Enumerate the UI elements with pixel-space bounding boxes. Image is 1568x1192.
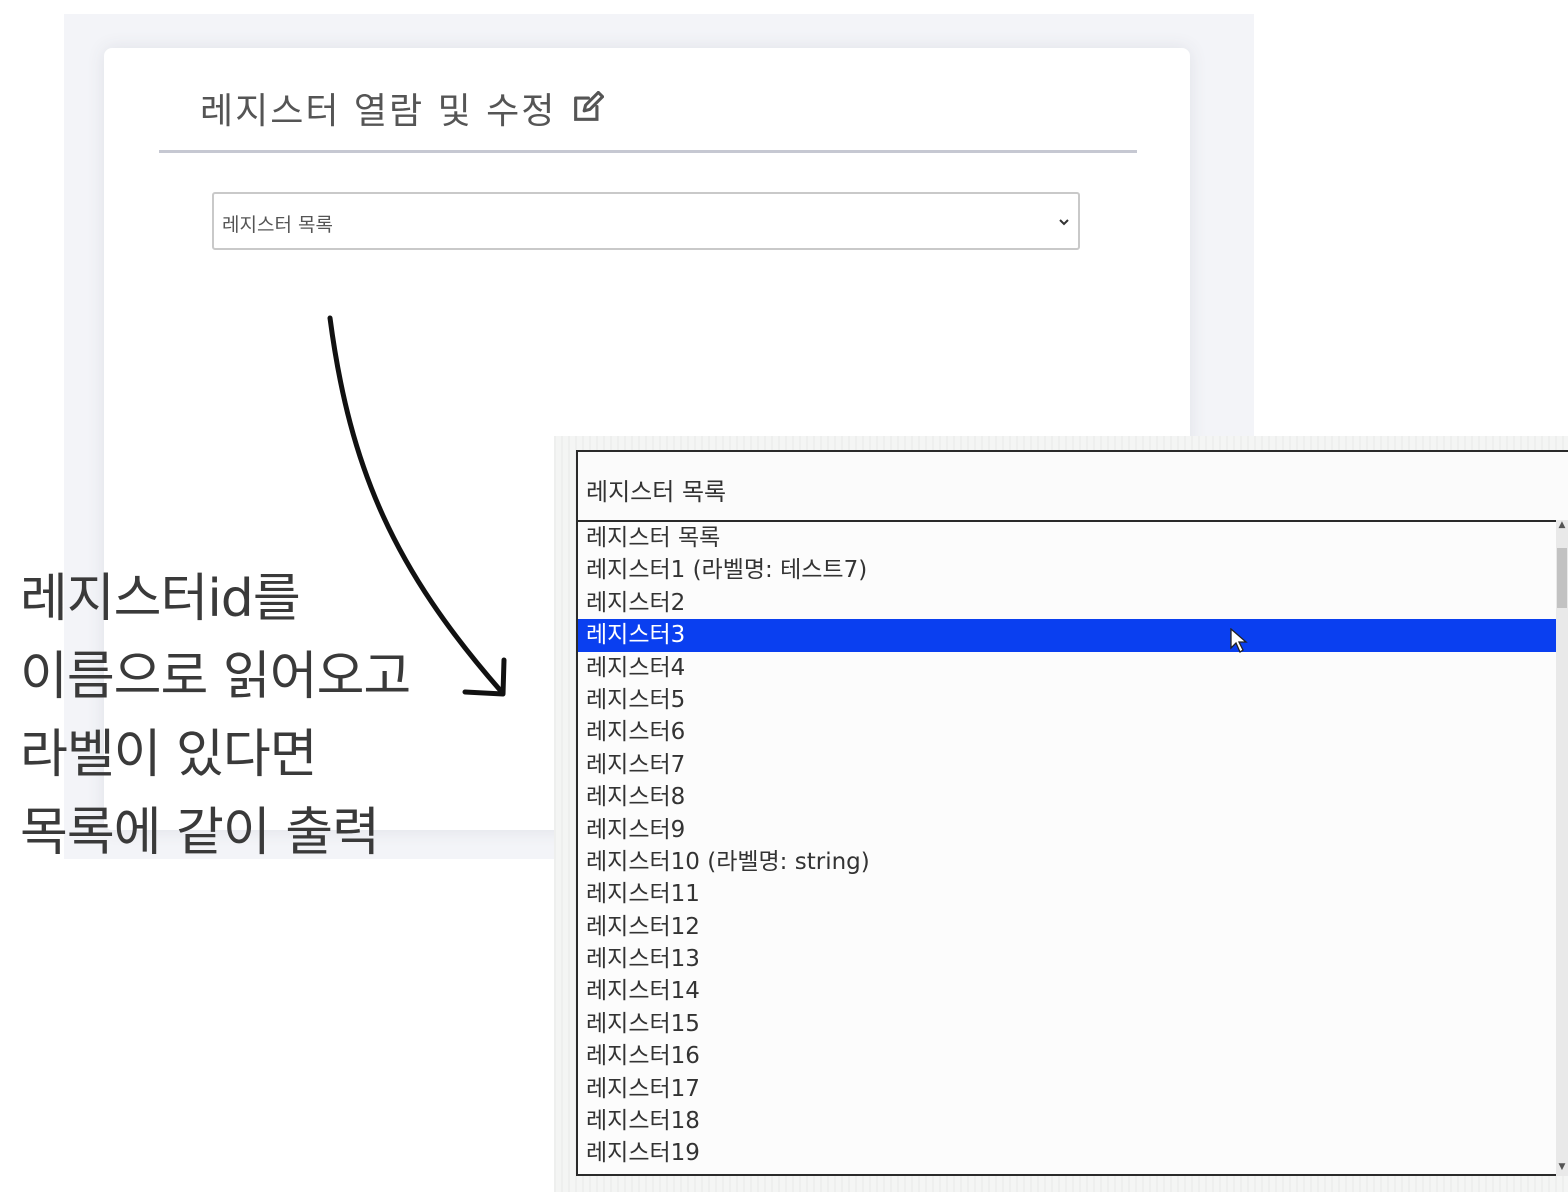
- options-scrollbar[interactable]: ▲ ▼: [1556, 520, 1568, 1176]
- option-item[interactable]: 레지스터19: [578, 1137, 1548, 1169]
- card-title: 레지스터 열람 및 수정: [200, 82, 605, 134]
- option-item[interactable]: 레지스터8: [578, 781, 1548, 813]
- option-item[interactable]: 레지스터9: [578, 814, 1548, 846]
- option-item[interactable]: 레지스터16: [578, 1040, 1548, 1072]
- option-item[interactable]: 레지스터18: [578, 1105, 1548, 1137]
- register-select[interactable]: 레지스터 목록: [212, 192, 1080, 250]
- scroll-thumb[interactable]: [1557, 548, 1567, 608]
- annotation-line: 레지스터id를: [20, 569, 301, 629]
- card-title-text: 레지스터 열람 및 수정: [200, 91, 557, 132]
- option-item[interactable]: 레지스터 목록: [578, 522, 1548, 554]
- option-item[interactable]: 레지스터5: [578, 684, 1548, 716]
- expanded-select-value: 레지스터 목록: [586, 478, 727, 506]
- scroll-up-icon[interactable]: ▲: [1556, 520, 1568, 534]
- option-item[interactable]: 레지스터12: [578, 911, 1548, 943]
- option-item[interactable]: 레지스터11: [578, 878, 1548, 910]
- option-item[interactable]: 레지스터2: [578, 587, 1548, 619]
- mouse-cursor-icon: [1230, 628, 1248, 653]
- option-item[interactable]: 레지스터13: [578, 943, 1548, 975]
- annotation-text: 레지스터id를 이름으로 읽어오고 라벨이 있다면 목록에 같이 출력: [20, 560, 411, 872]
- option-item-highlighted[interactable]: 레지스터3: [578, 619, 1558, 652]
- dropdown-photo: 레지스터 목록 레지스터 목록 레지스터1 (라벨명: 테스트7) 레지스터2 …: [554, 436, 1568, 1192]
- annotation-line: 이름으로 읽어오고: [20, 647, 411, 707]
- option-item[interactable]: 레지스터17: [578, 1073, 1548, 1105]
- option-item[interactable]: 레지스터4: [578, 652, 1548, 684]
- register-select-value: 레지스터 목록: [222, 214, 333, 236]
- title-divider: [159, 150, 1137, 153]
- option-item[interactable]: 레지스터14: [578, 975, 1548, 1007]
- scroll-down-icon[interactable]: ▼: [1556, 1162, 1568, 1176]
- chevron-down-icon: [1059, 219, 1069, 226]
- option-item[interactable]: 레지스터15: [578, 1008, 1548, 1040]
- option-item[interactable]: 레지스터6: [578, 716, 1548, 748]
- edit-icon[interactable]: [570, 91, 605, 125]
- option-item[interactable]: 레지스터10 (라벨명: string): [578, 846, 1548, 878]
- annotation-line: 라벨이 있다면: [20, 725, 318, 785]
- option-item[interactable]: 레지스터7: [578, 749, 1548, 781]
- annotation-line: 목록에 같이 출력: [20, 803, 380, 863]
- option-item[interactable]: 레지스터1 (라벨명: 테스트7): [578, 554, 1548, 586]
- options-list: 레지스터 목록 레지스터1 (라벨명: 테스트7) 레지스터2 레지스터3 레지…: [576, 520, 1568, 1176]
- expanded-select[interactable]: 레지스터 목록: [576, 450, 1568, 524]
